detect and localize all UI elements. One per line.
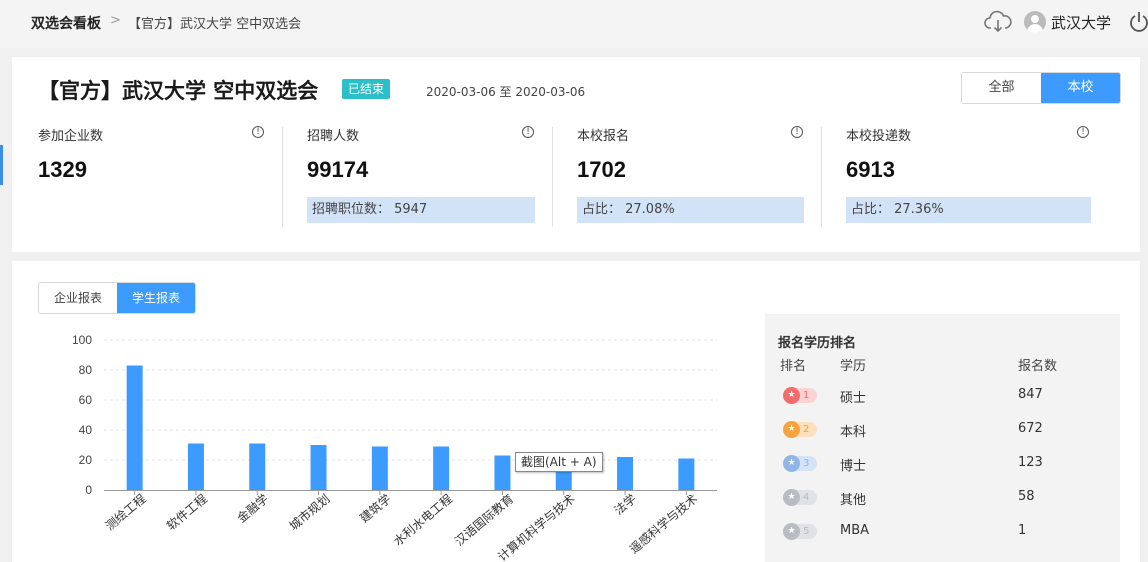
scope-all-button[interactable]: 全部 [962,73,1041,103]
breadcrumb-separator: > [110,13,121,28]
stat-label: 参加企业数 [38,129,104,144]
info-icon[interactable]: ! [252,126,264,138]
rank-medal: ★ 4 [783,489,817,506]
star-icon: ★ [783,489,800,506]
scope-toggle: 全部 本校 [961,72,1121,104]
rank-number: 3 [803,458,810,469]
ranking-row: ★ 3 博士 123 [765,447,1120,481]
stat-school-signups: 本校报名 ! 1702 占比： 27.08% [577,125,805,227]
bar [187,443,204,490]
page-title: 【官方】武汉大学 空中双选会 [38,79,319,103]
rank-number: 1 [803,390,810,401]
y-tick-label: 80 [79,363,93,377]
major-bar-chart: 0 20 40 60 80 100 测绘工程 软件工程 金融学 城市规划 建筑学水利水电工程汉语国际… [72,333,717,561]
y-tick-label: 60 [79,393,93,407]
rank-count: 123 [1018,455,1043,470]
rank-medal: ★ 2 [783,421,817,438]
x-tick-label: 软件工程 [163,491,209,533]
top-bar: 双选会看板 > 【官方】武汉大学 空中双选会 武汉大学 [0,0,1148,48]
ranking-col-degree: 学历 [840,359,867,374]
rank-count: 58 [1018,489,1035,504]
stat-label: 招聘人数 [307,129,360,144]
bar [494,455,511,490]
ranking-title: 报名学历排名 [778,336,857,351]
rank-count: 1 [1018,523,1027,538]
scope-school-button[interactable]: 本校 [1041,73,1120,103]
rank-medal: ★ 1 [783,387,817,404]
x-tick-label: 城市规划 [286,491,332,533]
rank-count: 847 [1018,387,1043,402]
rank-number: 2 [803,424,810,435]
stat-value: 1702 [577,157,626,182]
bar [433,446,450,490]
ranking-col-count: 报名数 [1018,359,1058,374]
education-ranking-panel: 报名学历排名 排名 学历 报名数 ★ 1 硕士 847 ★ 2 本科 672 ★ 3 博士 123 ★ 4… [765,314,1120,562]
y-tick-label: 0 [85,483,92,497]
ranking-col-rank: 排名 [780,359,807,374]
rank-degree: 博士 [840,459,867,474]
screenshot-tooltip: 截图(Alt + A) [515,452,603,472]
report-card: 企业报表 学生报表 0 20 40 60 80 100 测绘工程 软件工程 金融学 城市规划 建筑学… [12,261,1140,562]
cloud-download-icon[interactable] [984,10,1012,34]
rank-number: 5 [803,526,810,537]
stat-sub: 占比： 27.36% [846,197,1091,223]
ranking-row: ★ 2 本科 672 [765,413,1120,447]
star-icon: ★ [783,455,800,472]
y-tick-label: 20 [79,453,93,467]
info-icon[interactable]: ! [522,126,534,138]
bar [617,457,634,490]
avatar[interactable] [1024,11,1046,33]
star-icon: ★ [783,387,800,404]
star-icon: ★ [783,523,800,540]
bar [678,458,695,490]
stat-companies: 参加企业数 ! 1329 [38,125,266,227]
rank-medal: ★ 5 [783,523,817,540]
breadcrumb-root[interactable]: 双选会看板 [31,13,101,33]
ranking-row: ★ 1 硕士 847 [765,379,1120,413]
rank-medal: ★ 3 [783,455,817,472]
breadcrumb-current: 【官方】武汉大学 空中双选会 [128,17,302,32]
stat-value: 1329 [38,157,87,182]
info-icon[interactable]: ! [791,126,803,138]
divider [821,127,822,227]
stat-value: 6913 [846,157,895,182]
x-tick-label: 法学 [611,491,639,518]
rank-degree: 本科 [840,425,867,440]
bar [249,443,266,490]
user-name[interactable]: 武汉大学 [1051,12,1111,33]
stat-hiring: 招聘人数 ! 99174 招聘职位数： 5947 [307,125,535,227]
y-tick-label: 40 [79,423,93,437]
stat-school-deliveries: 本校投递数 ! 6913 占比： 27.36% [846,125,1091,227]
ranking-row: ★ 5 MBA 1 [765,515,1120,549]
stat-sub: 招聘职位数： 5947 [307,197,535,223]
star-icon: ★ [783,421,800,438]
x-tick-label: 建筑学 [357,491,394,526]
divider [552,127,553,227]
x-tick-label: 水利水电工程 [390,491,455,549]
date-range: 2020-03-06 至 2020-03-06 [426,85,586,99]
rank-degree: 硕士 [840,391,867,406]
power-icon[interactable] [1128,10,1148,34]
fair-summary-card: 【官方】武汉大学 空中双选会 已结束 2020-03-06 至 2020-03-… [12,57,1140,252]
stat-value: 99174 [307,157,369,182]
rank-degree: 其他 [840,493,867,508]
stat-label: 本校报名 [577,129,630,144]
x-tick-label: 金融学 [234,491,271,526]
status-badge: 已结束 [342,79,391,99]
rank-number: 4 [803,492,810,503]
x-tick-label: 汉语国际教育 [452,491,517,549]
rank-degree: MBA [840,523,870,538]
y-tick-label: 100 [72,333,92,347]
sidebar-edge [0,145,3,185]
stat-sub: 占比： 27.08% [577,197,804,223]
bar [371,446,388,490]
x-tick-label: 测绘工程 [102,491,148,533]
bar [126,365,143,490]
ranking-row: ★ 4 其他 58 [765,481,1120,515]
bar [310,445,327,490]
rank-count: 672 [1018,421,1043,436]
stat-label: 本校投递数 [846,129,912,144]
divider [282,127,283,227]
info-icon[interactable]: ! [1077,126,1089,138]
